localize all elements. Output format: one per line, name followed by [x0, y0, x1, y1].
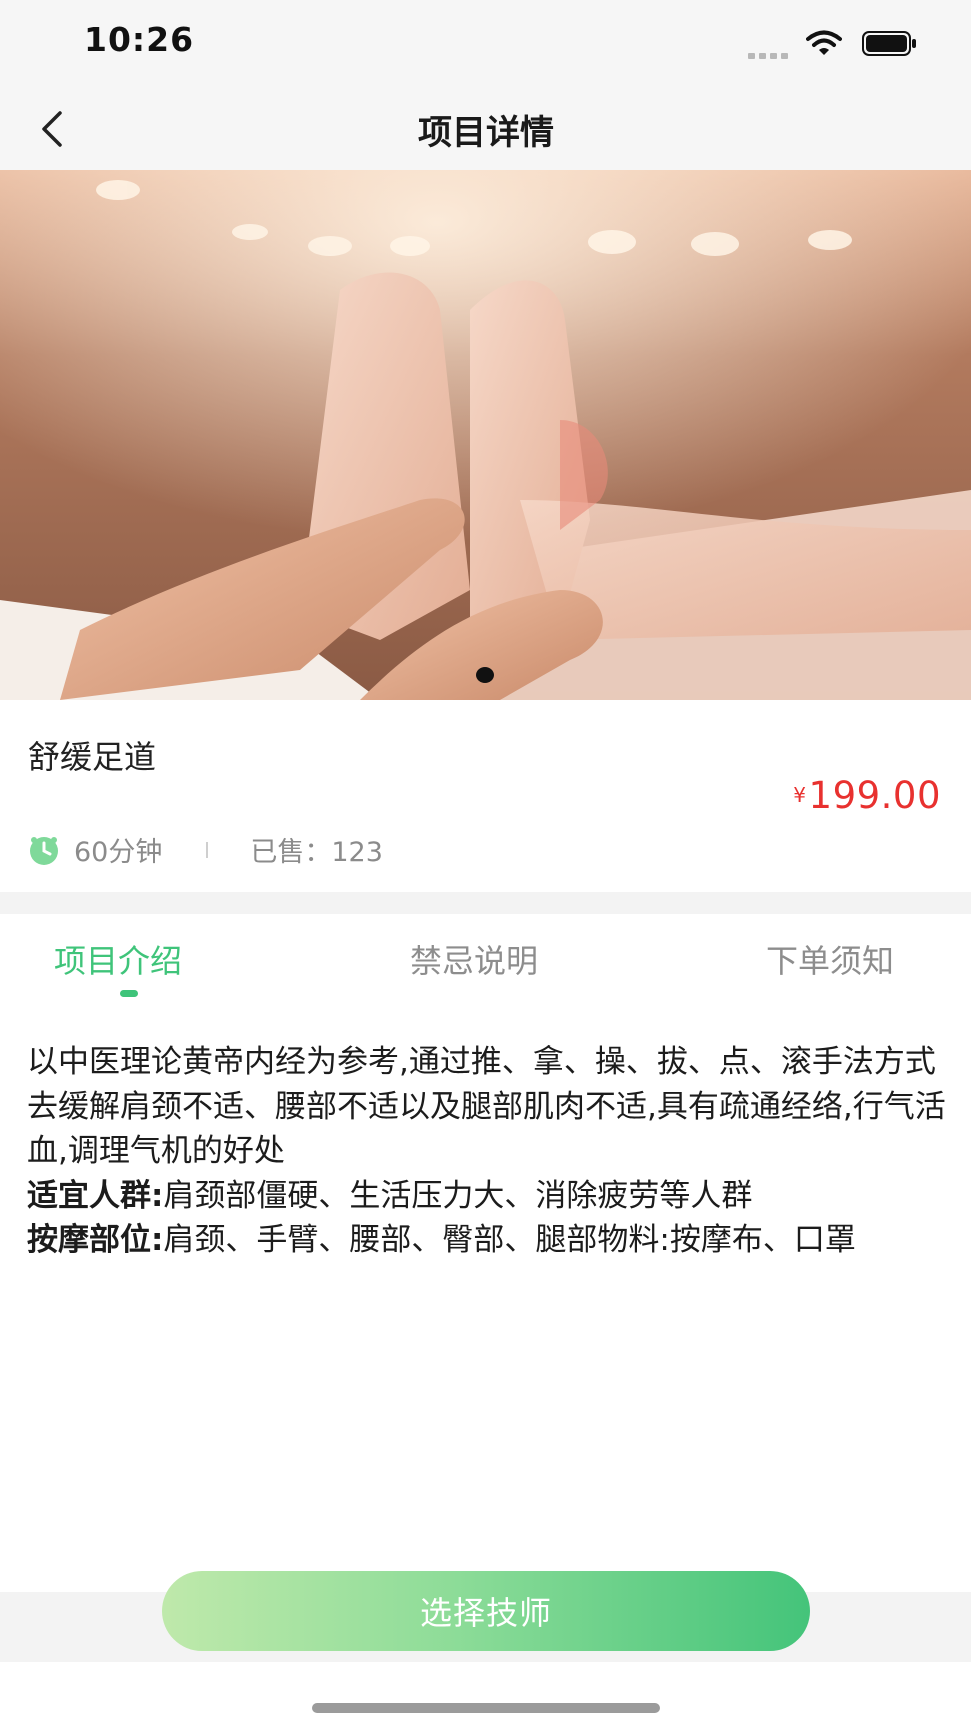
- detail-tabs: 项目介绍 禁忌说明 下单须知: [0, 914, 971, 1010]
- price-currency: ¥: [793, 783, 807, 807]
- active-tab-indicator: [120, 990, 138, 997]
- tab-project-intro[interactable]: 项目介绍: [54, 936, 182, 982]
- service-name: 舒缓足道: [28, 738, 157, 776]
- sold-count: 已售：123: [250, 837, 383, 868]
- status-bar: 10:26: [0, 0, 972, 85]
- duration-text: 60分钟: [74, 837, 163, 868]
- navigation-bar: 项目详情: [0, 85, 972, 170]
- status-time: 10:26: [84, 20, 195, 59]
- suitable-people: 适宜人群:肩颈部僵硬、生活压力大、消除疲劳等人群: [27, 1174, 947, 1219]
- home-indicator: [312, 1703, 660, 1713]
- section-divider: [0, 892, 971, 914]
- price: ¥199.00: [793, 774, 941, 817]
- description-intro: 以中医理论黄帝内经为参考,通过推、拿、操、拔、点、滚手法方式去缓解肩颈不适、腰部…: [27, 1044, 946, 1169]
- area-label: 按摩部位:: [27, 1222, 164, 1258]
- hero-image[interactable]: [0, 170, 971, 700]
- service-meta: 60分钟 已售：123: [28, 830, 383, 869]
- app-screen: 10:26 项目详情 舒缓足道 ¥199.00 60分钟 已售：123 项目介绍…: [0, 0, 972, 1728]
- carousel-dot[interactable]: [476, 667, 494, 683]
- clock-icon: [30, 836, 58, 865]
- project-description: 以中医理论黄帝内经为参考,通过推、拿、操、拔、点、滚手法方式去缓解肩颈不适、腰部…: [27, 1040, 947, 1263]
- page-title: 项目详情: [418, 113, 554, 153]
- tab-contraindications[interactable]: 禁忌说明: [410, 936, 538, 982]
- area-text: 肩颈、手臂、腰部、臀部、腿部物料:按摩布、口罩: [163, 1222, 856, 1258]
- massage-area: 按摩部位:肩颈、手臂、腰部、臀部、腿部物料:按摩布、口罩: [27, 1218, 947, 1263]
- service-info-card: 舒缓足道 ¥199.00 60分钟 已售：123: [0, 700, 971, 892]
- suitable-label: 适宜人群:: [27, 1177, 164, 1214]
- battery-icon: [862, 31, 917, 56]
- price-value: 199.00: [808, 774, 941, 817]
- wifi-icon: [806, 30, 842, 60]
- signal-icon: [748, 44, 792, 63]
- select-technician-button[interactable]: 选择技师: [162, 1571, 810, 1651]
- suitable-text: 肩颈部僵硬、生活压力大、消除疲劳等人群: [163, 1177, 753, 1214]
- meta-divider: [206, 841, 209, 858]
- tab-order-notes[interactable]: 下单须知: [766, 936, 894, 982]
